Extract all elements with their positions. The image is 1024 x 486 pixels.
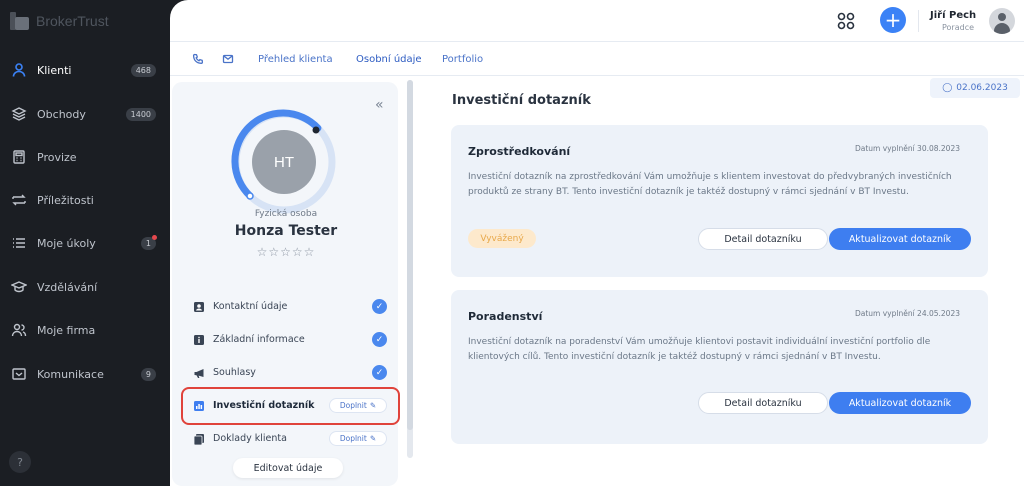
apps-icon[interactable]: [836, 11, 856, 31]
megaphone-icon: [194, 369, 204, 378]
profile-item-label: Doklady klienta: [213, 433, 287, 444]
rating-stars[interactable]: ☆☆☆☆☆: [170, 245, 402, 259]
mail-icon[interactable]: [222, 53, 234, 65]
collapse-icon[interactable]: «: [375, 97, 384, 113]
focus-highlight: [181, 387, 400, 425]
sidebar-item-label: Provize: [37, 150, 77, 164]
date-value: 02.06.2023: [956, 83, 1008, 93]
profile-item-zakladni-informace[interactable]: Základní informace ✓: [180, 326, 394, 354]
tab-portfolio[interactable]: Portfolio: [442, 54, 483, 65]
client-name: Honza Tester: [234, 223, 338, 239]
layers-icon: [11, 106, 27, 122]
sidebar-item-label: Moje firma: [37, 323, 96, 337]
edit-details-button[interactable]: Editovat údaje: [233, 458, 343, 478]
card-description: Investiční dotazník na zprostředkování V…: [468, 172, 952, 197]
user-icon: [11, 62, 27, 78]
documents-icon: [193, 434, 204, 445]
avatar[interactable]: [989, 8, 1015, 34]
sidebar: BrokerTrust Klienti 468 Obchody 1400 Pro…: [0, 0, 170, 486]
sidebar-item-moje-firma[interactable]: Moje firma: [0, 313, 170, 347]
chat-icon: [11, 366, 27, 382]
profile-item-doklady-klienta[interactable]: Doklady klienta Doplnit ✎: [180, 425, 394, 453]
count-badge: 1: [140, 234, 157, 250]
sidebar-item-label: Klienti: [37, 63, 72, 77]
scrollbar-thumb[interactable]: [407, 80, 413, 430]
sidebar-item-vzdelavani[interactable]: Vzdělávání: [0, 270, 170, 304]
client-tabbar: Přehled klienta Osobní údaje Portfolio: [170, 42, 1024, 76]
page-title: Investiční dotazník: [452, 93, 591, 108]
sidebar-item-provize[interactable]: Provize: [0, 140, 170, 174]
check-icon: ✓: [372, 365, 387, 380]
transfer-icon: [11, 192, 27, 208]
graduation-cap-icon: [11, 279, 27, 295]
fill-date: Datum vyplnění 24.05.2023: [854, 309, 960, 318]
detail-questionnaire-button[interactable]: Detail dotazníku: [698, 392, 828, 414]
add-button[interactable]: +: [880, 7, 906, 33]
clock-icon: ◯: [942, 83, 953, 93]
phone-icon[interactable]: [192, 53, 204, 65]
sidebar-item-moje-ukoly[interactable]: Moje úkoly 1: [0, 226, 170, 260]
sidebar-item-klienti[interactable]: Klienti 468: [0, 53, 170, 87]
divider: [918, 10, 919, 32]
scrollbar[interactable]: [407, 80, 413, 458]
sidebar-item-label: Příležitosti: [37, 193, 94, 207]
profile-item-souhlasy[interactable]: Souhlasy ✓: [180, 359, 394, 387]
user-role: Poradce: [942, 23, 975, 32]
users-icon: [11, 322, 27, 338]
logo-icon: [10, 12, 30, 30]
count-badge: 468: [130, 63, 156, 77]
check-icon: ✓: [372, 299, 387, 314]
sidebar-item-label: Komunikace: [37, 367, 104, 381]
sidebar-item-label: Vzdělávání: [37, 280, 98, 294]
calculator-icon: [11, 149, 27, 165]
sidebar-item-label: Moje úkoly: [37, 236, 96, 250]
info-icon: [194, 335, 204, 345]
sidebar-item-komunikace[interactable]: Komunikace 9: [0, 357, 170, 391]
profile-item-label: Kontaktní údaje: [213, 301, 288, 312]
profile-item-kontaktni-udaje[interactable]: Kontaktní údaje ✓: [180, 293, 394, 321]
profile-item-label: Souhlasy: [213, 367, 256, 378]
card-title: Zprostředkování: [468, 145, 571, 158]
client-initials-avatar: HT: [252, 130, 316, 194]
pencil-icon: ✎: [369, 434, 377, 443]
user-name[interactable]: Jiří Pech: [930, 10, 976, 21]
date-chip[interactable]: ◯ 02.06.2023: [930, 78, 1020, 98]
count-badge: 9: [140, 367, 156, 381]
list-icon: [11, 235, 27, 251]
questionnaire-card-poradenstvi: Poradenství Datum vyplnění 24.05.2023 In…: [451, 290, 988, 444]
tab-prehled-klienta[interactable]: Přehled klienta: [258, 54, 333, 65]
detail-questionnaire-button[interactable]: Detail dotazníku: [698, 228, 828, 250]
notification-dot: [152, 234, 157, 240]
check-icon: ✓: [372, 332, 387, 347]
brand-logo[interactable]: BrokerTrust: [10, 10, 109, 32]
fill-date: Datum vyplnění 30.08.2023: [854, 144, 960, 153]
doplnit-button[interactable]: Doplnit ✎: [329, 431, 387, 446]
card-description: Investiční dotazník na poradenství Vám u…: [468, 337, 931, 362]
brand-name: BrokerTrust: [36, 13, 109, 29]
profile-item-label: Základní informace: [213, 334, 305, 345]
risk-profile-badge: Vyvážený: [468, 229, 536, 248]
update-questionnaire-button[interactable]: Aktualizovat dotazník: [829, 228, 971, 250]
sidebar-item-obchody[interactable]: Obchody 1400: [0, 97, 170, 131]
contact-card-icon: [194, 302, 204, 312]
tab-osobni-udaje[interactable]: Osobní údaje: [356, 54, 422, 65]
update-questionnaire-button[interactable]: Aktualizovat dotazník: [829, 392, 971, 414]
sidebar-item-label: Obchody: [37, 107, 86, 121]
count-badge: 1400: [125, 107, 156, 121]
person-type: Fyzická osoba: [254, 209, 318, 219]
main-panel: + Jiří Pech Poradce Přehled klienta Osob…: [170, 0, 1024, 486]
help-button[interactable]: ?: [9, 451, 31, 473]
sidebar-item-prilezitosti[interactable]: Příležitosti: [0, 183, 170, 217]
card-title: Poradenství: [468, 310, 543, 323]
questionnaire-card-zprostredkovani: Zprostředkování Datum vyplnění 30.08.202…: [451, 125, 988, 277]
top-bar: + Jiří Pech Poradce: [170, 0, 1024, 42]
